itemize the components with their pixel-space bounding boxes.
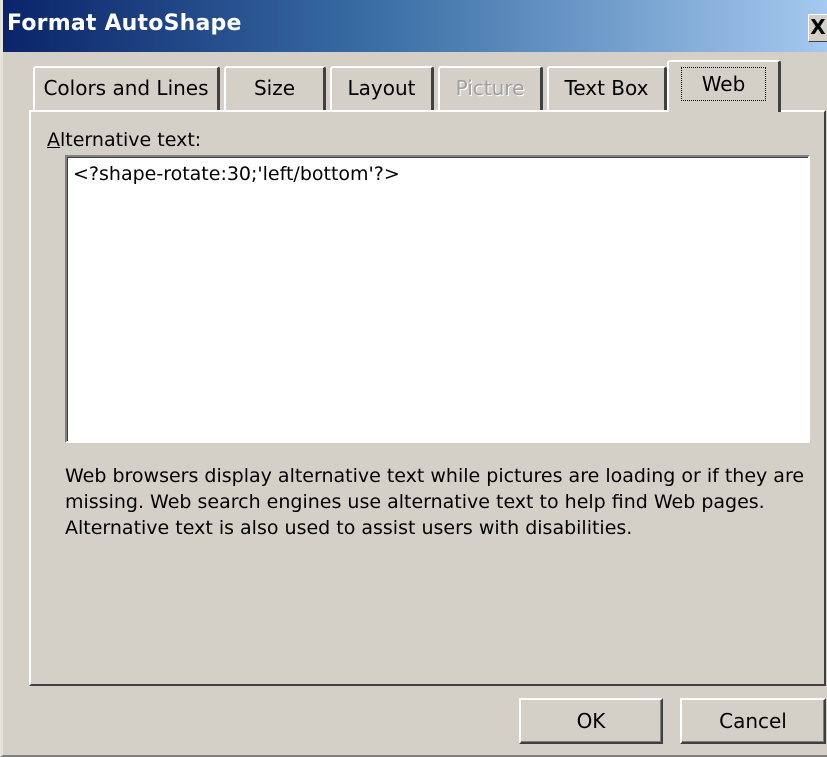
tab-colors-and-lines[interactable]: Colors and Lines [33,66,220,110]
tab-picture: Picture [438,66,543,110]
alternative-text-field[interactable]: <?shape-rotate:30;'left/bottom'?> [65,155,810,443]
tab-size[interactable]: Size [224,66,326,110]
alternative-text-label: Alternative text: [47,129,202,151]
tab-text-box[interactable]: Text Box [547,66,667,110]
tab-label: Text Box [564,76,649,100]
tab-web[interactable]: Web [667,60,781,112]
close-button[interactable]: X [808,14,827,42]
tab-label: Size [253,76,296,100]
help-description: Web browsers display alternative text wh… [65,465,805,539]
cancel-button[interactable]: Cancel [680,698,826,744]
close-icon: X [810,15,826,39]
format-autoshape-dialog: Format AutoShape X Colors and Lines Size… [0,0,827,757]
accelerator-key: A [47,129,60,151]
alternative-text-value: <?shape-rotate:30;'left/bottom'?> [73,163,400,185]
window-title: Format AutoShape [7,11,242,36]
tab-label: Picture [455,76,525,100]
tab-label: Layout [347,76,416,100]
tab-layout[interactable]: Layout [330,66,434,110]
title-bar[interactable]: Format AutoShape X [3,0,827,52]
ok-button[interactable]: OK [519,698,663,744]
tab-label: Colors and Lines [43,76,209,100]
tab-label: Web [680,67,767,101]
